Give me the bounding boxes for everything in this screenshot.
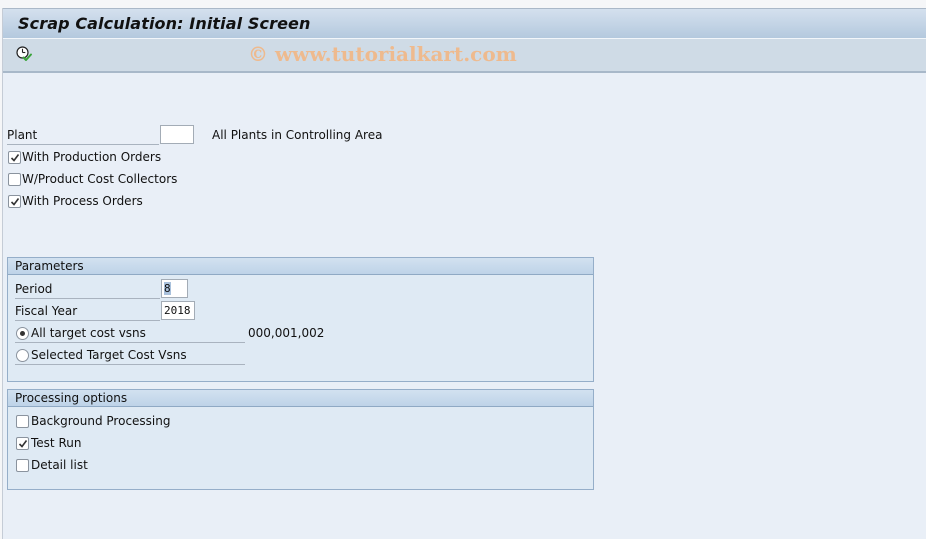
plant-label: Plant: [7, 128, 38, 142]
execute-button[interactable]: [15, 45, 33, 63]
sap-window: Scrap Calculation: Initial Screen © www.…: [2, 8, 926, 539]
title-bar: Scrap Calculation: Initial Screen: [3, 8, 926, 39]
selection-screen: Plant All Plants in Controlling Area Wit…: [3, 74, 926, 539]
with-production-orders-label: With Production Orders: [22, 150, 162, 164]
fiscal-year-input[interactable]: 2018: [161, 301, 195, 320]
with-process-orders-checkbox[interactable]: [8, 195, 21, 208]
processing-options-group-title: Processing options: [15, 391, 128, 405]
background-processing-label: Background Processing: [31, 414, 171, 428]
all-target-cost-vsns-underline: [15, 342, 245, 343]
plant-input[interactable]: [160, 125, 194, 144]
with-production-orders-checkbox[interactable]: [8, 151, 21, 164]
screen-title: Scrap Calculation: Initial Screen: [18, 14, 311, 33]
plant-label-underline: [7, 144, 159, 145]
background-processing-checkbox[interactable]: [16, 415, 29, 428]
period-label: Period: [15, 282, 53, 296]
application-toolbar: © www.tutorialkart.com: [3, 39, 926, 73]
checkmark-icon: [10, 154, 20, 162]
test-run-checkbox[interactable]: [16, 437, 29, 450]
fiscal-year-label-underline: [15, 320, 160, 321]
all-target-cost-vsns-radio[interactable]: [16, 327, 29, 340]
period-value: 8: [164, 282, 171, 295]
selected-target-cost-vsns-underline: [15, 364, 245, 365]
parameters-group-header: Parameters: [8, 258, 593, 275]
watermark-text: © www.tutorialkart.com: [248, 42, 517, 66]
w-product-cost-collectors-checkbox[interactable]: [8, 173, 21, 186]
target-cost-versions-value: 000,001,002: [248, 326, 325, 340]
plant-description: All Plants in Controlling Area: [212, 128, 383, 142]
period-input[interactable]: 8: [161, 279, 188, 298]
execute-clock-check-icon: [16, 46, 32, 61]
selected-target-cost-vsns-label: Selected Target Cost Vsns: [31, 348, 187, 362]
processing-options-group: Processing options Background Processing…: [7, 389, 594, 490]
with-process-orders-label: With Process Orders: [22, 194, 143, 208]
fiscal-year-label: Fiscal Year: [15, 304, 78, 318]
detail-list-label: Detail list: [31, 458, 88, 472]
detail-list-checkbox[interactable]: [16, 459, 29, 472]
test-run-label: Test Run: [31, 436, 82, 450]
processing-options-group-header: Processing options: [8, 390, 593, 407]
period-label-underline: [15, 298, 160, 299]
selected-target-cost-vsns-radio[interactable]: [16, 349, 29, 362]
checkmark-icon: [10, 198, 20, 206]
parameters-group-title: Parameters: [15, 259, 84, 273]
parameters-group: Parameters Period 8 Fiscal Year 2018 All…: [7, 257, 594, 382]
w-product-cost-collectors-label: W/Product Cost Collectors: [22, 172, 178, 186]
all-target-cost-vsns-label: All target cost vsns: [31, 326, 146, 340]
checkmark-icon: [18, 440, 28, 448]
radio-selected-dot: [20, 331, 25, 336]
